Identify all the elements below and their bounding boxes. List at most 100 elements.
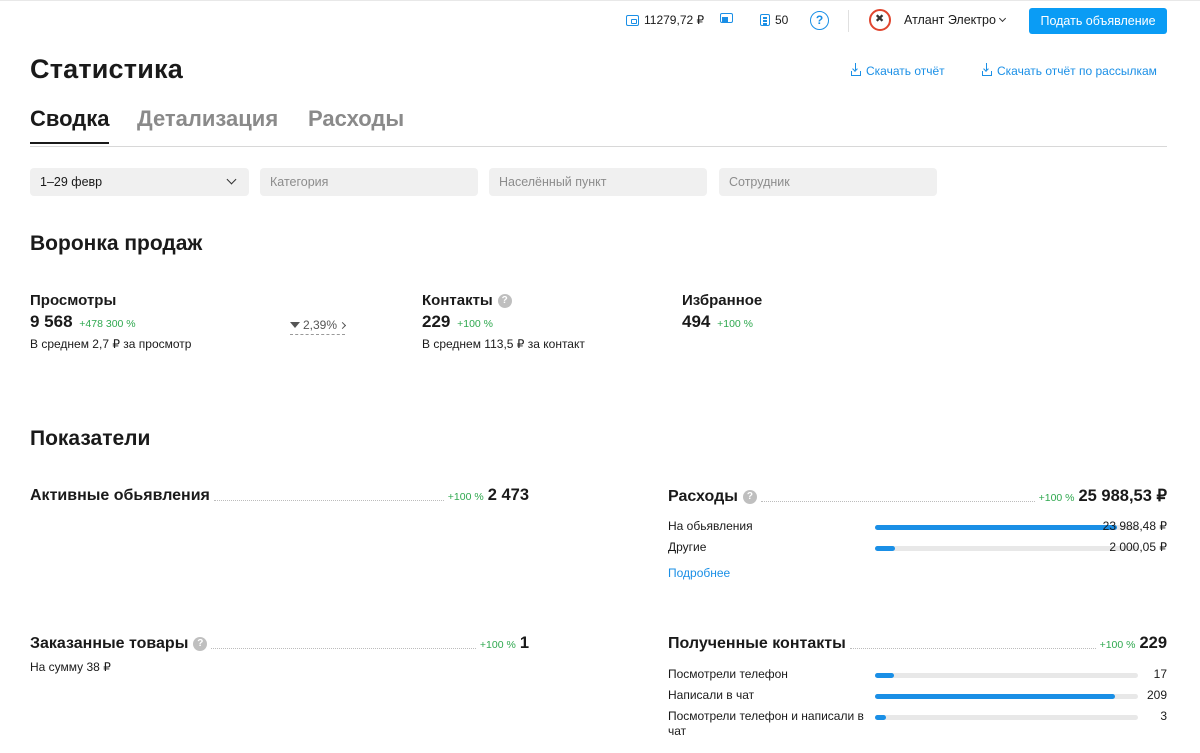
period-value: 1–29 февр <box>40 175 103 189</box>
views-label: Просмотры <box>30 292 117 309</box>
contacts-received-value: 229 <box>1139 634 1167 652</box>
download-mailing-report-label: Скачать отчёт по рассылкам <box>997 64 1157 78</box>
post-ad-button[interactable]: Подать объявление <box>1029 8 1167 34</box>
bar-track <box>875 546 1138 551</box>
dotted-leader <box>849 648 1096 649</box>
expenses-delta: +100 % <box>1038 492 1075 504</box>
ordered-note: На сумму 38 ₽ <box>30 660 111 674</box>
city-filter[interactable]: Населённый пункт <box>489 168 707 196</box>
doc-count: 50 <box>775 13 789 27</box>
question-icon[interactable]: ? <box>193 637 208 651</box>
views-note: В среднем 2,7 ₽ за просмотр <box>30 337 192 351</box>
document-icon <box>760 14 770 26</box>
wallet-icon <box>626 14 639 26</box>
funnel-icon <box>290 322 300 328</box>
views-metric: Просмотры 9 568 +478 300 % В среднем 2,7… <box>30 292 191 351</box>
ordered-value: 1 <box>519 634 529 652</box>
active-ads-row: Активные обьявления +100 % 2 473 <box>30 486 529 505</box>
card-icon <box>720 13 733 23</box>
contacts-received-row: Полученные контакты +100 % 229 <box>668 634 1167 653</box>
contact-bar-row: Написали в чат 209 <box>668 688 1167 704</box>
expense-row-value: 23 988,48 ₽ <box>1102 519 1167 533</box>
bar-fill <box>875 525 1117 530</box>
tab-bar: Сводка Детализация Расходы <box>30 106 1167 147</box>
contacts-value: 229 <box>422 312 451 331</box>
expense-row-label: На обьявления <box>668 519 753 533</box>
views-delta: +478 300 % <box>79 318 136 330</box>
avatar[interactable] <box>869 9 891 31</box>
bar-track <box>875 673 1138 678</box>
tab-summary[interactable]: Сводка <box>30 106 110 144</box>
promo-widget[interactable] <box>720 13 733 23</box>
question-icon[interactable]: ? <box>742 490 757 504</box>
chevron-down-icon <box>998 14 1006 23</box>
expense-row-label: Другие <box>668 540 707 554</box>
help-icon[interactable]: ? <box>810 11 829 30</box>
favorites-value-line: 494 +100 % <box>682 312 762 332</box>
contact-row-value: 209 <box>1146 688 1167 702</box>
indicators-title: Показатели <box>30 427 151 450</box>
category-filter[interactable]: Категория <box>260 168 478 196</box>
conversion-value: 2,39% <box>303 318 338 332</box>
contact-row-label: Посмотрели телефон и написали в чат <box>668 709 864 738</box>
balance-value: 11279,72 ₽ <box>644 13 705 27</box>
contacts-value-line: 229 +100 % <box>422 312 585 332</box>
bar-fill <box>875 694 1116 699</box>
ordered-row: Заказанные товары? +100 % 1 <box>30 634 529 653</box>
more-details-link[interactable]: Подробнее <box>668 566 730 580</box>
favorites-delta: +100 % <box>717 318 754 330</box>
ordered-delta: +100 % <box>479 639 516 651</box>
download-report-label: Скачать отчёт <box>866 64 945 78</box>
contacts-label: Контакты <box>422 292 493 309</box>
ordered-label: Заказанные товары <box>30 635 189 652</box>
tab-details[interactable]: Детализация <box>137 106 278 142</box>
expenses-label: Расходы <box>668 488 738 505</box>
topbar-divider <box>848 10 849 32</box>
views-value: 9 568 <box>30 312 73 331</box>
contacts-received-label: Полученные контакты <box>668 635 846 652</box>
expenses-row: Расходы? +100 % 25 988,53 ₽ <box>668 486 1167 506</box>
expense-bar-row: Другие 2 000,05 ₽ <box>668 540 1167 556</box>
ordered-label-row: Заказанные товары? <box>30 635 208 653</box>
download-icon <box>851 63 861 76</box>
contacts-delta: +100 % <box>457 318 494 330</box>
bar-track <box>875 715 1138 720</box>
balance-widget[interactable]: 11279,72 ₽ <box>626 13 704 27</box>
contact-bar-row: Посмотрели телефон и написали в чат 3 <box>668 709 1167 738</box>
tab-expenses[interactable]: Расходы <box>308 106 404 142</box>
contact-row-value: 3 <box>1160 709 1167 723</box>
favorites-metric: Избранное 494 +100 % <box>682 292 762 332</box>
chevron-right-icon <box>338 321 347 330</box>
dotted-leader <box>213 500 444 501</box>
download-icon <box>982 63 992 76</box>
expense-bar-row: На обьявления 23 988,48 ₽ <box>668 519 1167 535</box>
download-report-link[interactable]: Скачать отчёт <box>851 63 945 78</box>
contacts-received-delta: +100 % <box>1099 639 1136 651</box>
contact-row-label: Посмотрели телефон <box>668 667 788 681</box>
contacts-metric: Контакты? 229 +100 % В среднем 113,5 ₽ з… <box>422 292 585 351</box>
favorites-label: Избранное <box>682 292 763 309</box>
download-mailing-report-link[interactable]: Скачать отчёт по рассылкам <box>982 63 1157 78</box>
bar-track <box>875 525 1138 530</box>
account-menu[interactable]: Атлант Электро <box>904 13 1006 27</box>
top-bar: 11279,72 ₽ 50 ? Атлант Электро Подать об… <box>0 0 1200 40</box>
expenses-value: 25 988,53 ₽ <box>1078 487 1168 505</box>
period-select[interactable]: 1–29 февр <box>30 168 249 196</box>
active-ads-value: 2 473 <box>487 486 529 504</box>
views-value-line: 9 568 +478 300 % <box>30 312 191 332</box>
dotted-leader <box>211 648 476 649</box>
contact-row-value: 17 <box>1153 667 1167 681</box>
bar-fill <box>875 546 896 551</box>
expense-row-value: 2 000,05 ₽ <box>1109 540 1167 554</box>
expenses-label-row: Расходы? <box>668 488 757 506</box>
question-icon[interactable]: ? <box>497 293 512 308</box>
docs-widget[interactable]: 50 <box>760 13 788 27</box>
chevron-down-icon <box>226 174 237 185</box>
page-title: Статистика <box>30 54 183 84</box>
funnel-title: Воронка продаж <box>30 232 203 255</box>
conversion-link[interactable]: 2,39% <box>290 318 347 335</box>
account-name: Атлант Электро <box>904 13 996 27</box>
active-ads-delta: +100 % <box>447 491 484 503</box>
employee-filter[interactable]: Сотрудник <box>719 168 937 196</box>
bar-fill <box>875 673 895 678</box>
